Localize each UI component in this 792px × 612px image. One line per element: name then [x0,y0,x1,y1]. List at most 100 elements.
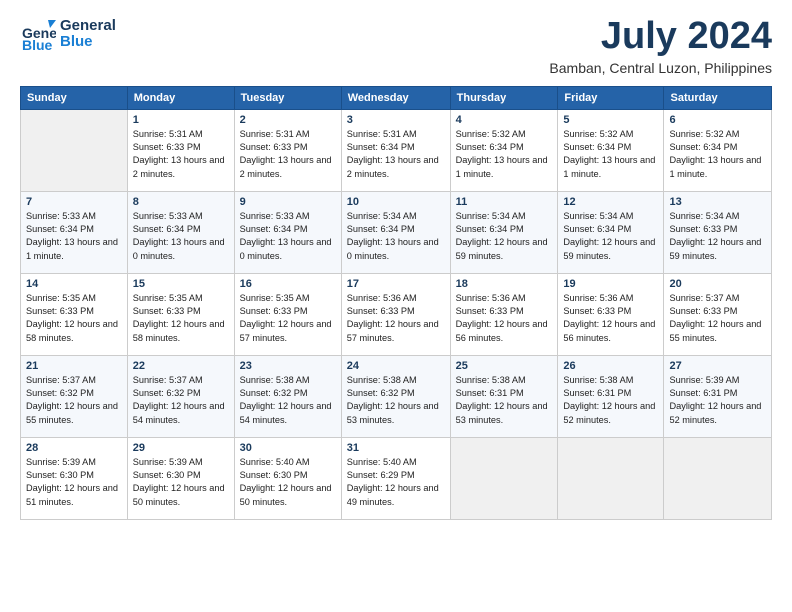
day-number: 19 [563,278,658,290]
day-detail: Sunrise: 5:34 AMSunset: 6:34 PMDaylight:… [563,210,658,263]
day-detail: Sunrise: 5:33 AMSunset: 6:34 PMDaylight:… [133,210,229,263]
logo-text-line1: General [60,18,116,35]
day-detail: Sunrise: 5:33 AMSunset: 6:34 PMDaylight:… [26,210,122,263]
day-detail: Sunrise: 5:34 AMSunset: 6:33 PMDaylight:… [669,210,766,263]
calendar-week-row: 7 Sunrise: 5:33 AMSunset: 6:34 PMDaylight… [21,191,772,273]
calendar-cell: 14Sunrise: 5:35 AMSunset: 6:33 PMDayligh… [21,273,128,355]
day-number: 29 [133,442,229,454]
calendar-cell: 7 Sunrise: 5:33 AMSunset: 6:34 PMDaylight… [21,191,128,273]
weekday-header: Thursday [450,86,558,109]
day-number: 1 [133,114,229,126]
day-detail: Sunrise: 5:39 AMSunset: 6:31 PMDaylight:… [669,374,766,427]
calendar-cell: 19 Sunrise: 5:36 AMSunset: 6:33 PMDayligh… [558,273,664,355]
day-number: 22 [133,360,229,372]
day-detail: Sunrise: 5:36 AMSunset: 6:33 PMDaylight:… [563,292,658,345]
calendar-cell: 29 Sunrise: 5:39 AMSunset: 6:30 PMDayligh… [127,437,234,519]
logo-text-line2: Blue [60,34,116,51]
calendar-table: SundayMondayTuesdayWednesdayThursdayFrid… [20,86,772,520]
day-number: 4 [456,114,553,126]
day-number: 26 [563,360,658,372]
calendar-week-row: 21 Sunrise: 5:37 AMSunset: 6:32 PMDayligh… [21,355,772,437]
day-detail: Sunrise: 5:37 AMSunset: 6:32 PMDaylight:… [26,374,122,427]
weekday-header: Friday [558,86,664,109]
calendar-cell: 8 Sunrise: 5:33 AMSunset: 6:34 PMDaylight… [127,191,234,273]
calendar-cell: 21 Sunrise: 5:37 AMSunset: 6:32 PMDayligh… [21,355,128,437]
day-detail: Sunrise: 5:34 AMSunset: 6:34 PMDaylight:… [347,210,445,263]
calendar-week-row: 1 Sunrise: 5:31 AMSunset: 6:33 PMDaylight… [21,109,772,191]
day-number: 25 [456,360,553,372]
day-number: 13 [669,196,766,208]
weekday-header: Wednesday [341,86,450,109]
calendar-cell: 4 Sunrise: 5:32 AMSunset: 6:34 PMDaylight… [450,109,558,191]
calendar-cell: 27 Sunrise: 5:39 AMSunset: 6:31 PMDayligh… [664,355,772,437]
day-detail: Sunrise: 5:38 AMSunset: 6:32 PMDaylight:… [240,374,336,427]
day-detail: Sunrise: 5:38 AMSunset: 6:31 PMDaylight:… [456,374,553,427]
calendar-cell: 22 Sunrise: 5:37 AMSunset: 6:32 PMDayligh… [127,355,234,437]
calendar-cell: 23 Sunrise: 5:38 AMSunset: 6:32 PMDayligh… [234,355,341,437]
calendar-week-row: 14 Sunrise: 5:35 AMSunset: 6:33 PMDayligh… [21,273,772,355]
day-detail: Sunrise: 5:31 AMSunset: 6:33 PMDaylight:… [240,128,336,181]
calendar-cell: 31 Sunrise: 5:40 AMSunset: 6:29 PMDayligh… [341,437,450,519]
header: General Blue General Blue July 2024 Bamb… [20,16,772,76]
day-detail: Sunrise: 5:40 AMSunset: 6:29 PMDaylight:… [347,456,445,509]
calendar-cell: 11 Sunrise: 5:34 AMSunset: 6:34 PMDayligh… [450,191,558,273]
day-detail: Sunrise: 5:37 AMSunset: 6:32 PMDaylight:… [133,374,229,427]
svg-text:Blue: Blue [22,37,53,52]
logo: General Blue General Blue [20,16,116,52]
day-detail: Sunrise: 5:40 AMSunset: 6:30 PMDaylight:… [240,456,336,509]
day-number: 7 [26,196,122,208]
day-number: 28 [26,442,122,454]
calendar-cell: 25 Sunrise: 5:38 AMSunset: 6:31 PMDayligh… [450,355,558,437]
calendar-cell: 28 Sunrise: 5:39 AMSunset: 6:30 PMDayligh… [21,437,128,519]
weekday-header: Tuesday [234,86,341,109]
day-detail: Sunrise: 5:35 AMSunset: 6:33 PMDaylight:… [133,292,229,345]
day-detail: Sunrise: 5:39 AMSunset: 6:30 PMDaylight:… [26,456,122,509]
calendar-cell: 10Sunrise: 5:34 AMSunset: 6:34 PMDayligh… [341,191,450,273]
day-number: 23 [240,360,336,372]
day-detail: Sunrise: 5:39 AMSunset: 6:30 PMDaylight:… [133,456,229,509]
day-number: 17 [347,278,445,290]
day-number: 24 [347,360,445,372]
month-title: July 2024 [549,16,772,58]
calendar-cell: 15 Sunrise: 5:35 AMSunset: 6:33 PMDayligh… [127,273,234,355]
weekday-header-row: SundayMondayTuesdayWednesdayThursdayFrid… [21,86,772,109]
day-number: 27 [669,360,766,372]
calendar-cell: 2Sunrise: 5:31 AMSunset: 6:33 PMDaylight… [234,109,341,191]
weekday-header: Monday [127,86,234,109]
day-detail: Sunrise: 5:38 AMSunset: 6:32 PMDaylight:… [347,374,445,427]
day-detail: Sunrise: 5:36 AMSunset: 6:33 PMDaylight:… [456,292,553,345]
day-detail: Sunrise: 5:37 AMSunset: 6:33 PMDaylight:… [669,292,766,345]
day-number: 15 [133,278,229,290]
day-detail: Sunrise: 5:31 AMSunset: 6:33 PMDaylight:… [133,128,229,181]
day-detail: Sunrise: 5:31 AMSunset: 6:34 PMDaylight:… [347,128,445,181]
calendar-cell: 16 Sunrise: 5:35 AMSunset: 6:33 PMDayligh… [234,273,341,355]
day-number: 30 [240,442,336,454]
calendar-cell: 3Sunrise: 5:31 AMSunset: 6:34 PMDaylight… [341,109,450,191]
day-number: 16 [240,278,336,290]
day-detail: Sunrise: 5:32 AMSunset: 6:34 PMDaylight:… [456,128,553,181]
calendar-cell: 26Sunrise: 5:38 AMSunset: 6:31 PMDayligh… [558,355,664,437]
title-area: July 2024 Bamban, Central Luzon, Philipp… [549,16,772,76]
day-detail: Sunrise: 5:34 AMSunset: 6:34 PMDaylight:… [456,210,553,263]
calendar-page: General Blue General Blue July 2024 Bamb… [0,0,792,612]
calendar-cell [450,437,558,519]
location: Bamban, Central Luzon, Philippines [549,60,772,76]
day-detail: Sunrise: 5:33 AMSunset: 6:34 PMDaylight:… [240,210,336,263]
calendar-cell: 12Sunrise: 5:34 AMSunset: 6:34 PMDayligh… [558,191,664,273]
day-detail: Sunrise: 5:35 AMSunset: 6:33 PMDaylight:… [240,292,336,345]
day-number: 11 [456,196,553,208]
calendar-cell: 24 Sunrise: 5:38 AMSunset: 6:32 PMDayligh… [341,355,450,437]
calendar-cell: 1 Sunrise: 5:31 AMSunset: 6:33 PMDaylight… [127,109,234,191]
calendar-cell: 6Sunrise: 5:32 AMSunset: 6:34 PMDaylight… [664,109,772,191]
day-number: 14 [26,278,122,290]
calendar-cell: 30 Sunrise: 5:40 AMSunset: 6:30 PMDayligh… [234,437,341,519]
day-number: 21 [26,360,122,372]
day-detail: Sunrise: 5:36 AMSunset: 6:33 PMDaylight:… [347,292,445,345]
day-detail: Sunrise: 5:32 AMSunset: 6:34 PMDaylight:… [669,128,766,181]
day-number: 31 [347,442,445,454]
day-number: 8 [133,196,229,208]
calendar-cell: 9Sunrise: 5:33 AMSunset: 6:34 PMDaylight… [234,191,341,273]
calendar-cell: 17 Sunrise: 5:36 AMSunset: 6:33 PMDayligh… [341,273,450,355]
day-detail: Sunrise: 5:32 AMSunset: 6:34 PMDaylight:… [563,128,658,181]
calendar-cell [558,437,664,519]
